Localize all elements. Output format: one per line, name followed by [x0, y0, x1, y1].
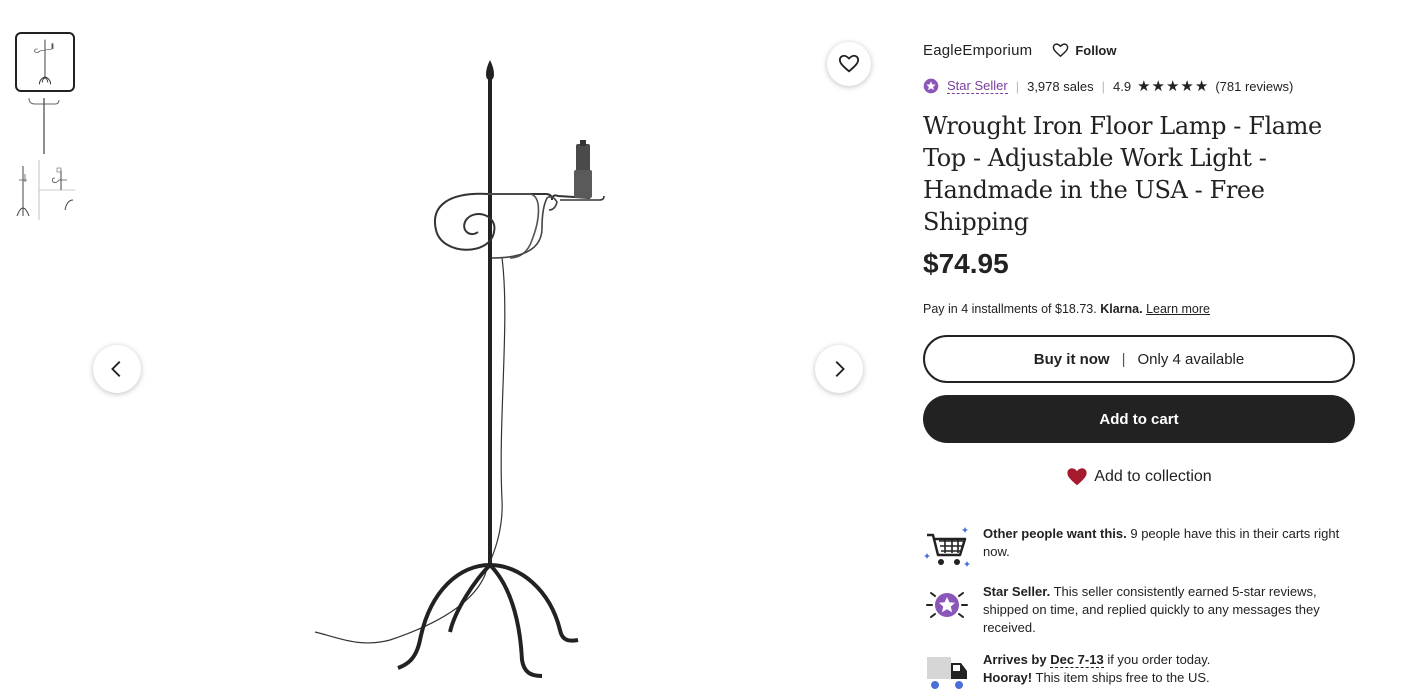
arrives-prefix: Arrives by — [983, 652, 1047, 667]
star-icon: ★ — [1194, 77, 1209, 95]
wrought-iron-floor-lamp-image — [314, 60, 605, 678]
lamp-detail-thumbnail-image — [28, 97, 60, 154]
thumbnail-3[interactable] — [15, 160, 75, 220]
cart-icon — [923, 525, 971, 569]
chevron-right-icon — [835, 361, 845, 377]
lamp-dimensions-thumbnail-image — [16, 160, 75, 220]
shop-row: EagleEmporium Follow — [923, 38, 1355, 62]
free-shipping-text: This item ships free to the US. — [1032, 670, 1210, 685]
star-seller-icon — [923, 583, 971, 627]
chevron-left-icon — [111, 361, 121, 377]
carts-highlight: Other people want this. 9 people have th… — [923, 525, 1355, 569]
heart-outline-icon — [838, 54, 860, 73]
listing-info-panel: EagleEmporium Follow Star Seller | 3,978… — [923, 38, 1355, 695]
shop-name-link[interactable]: EagleEmporium — [923, 42, 1032, 59]
arrival-date-link[interactable]: Dec 7-13 — [1050, 652, 1104, 668]
review-count-link[interactable]: (781 reviews) — [1215, 79, 1293, 94]
carts-highlight-title: Other people want this. — [983, 526, 1127, 541]
favorite-button[interactable] — [827, 42, 871, 86]
button-separator: | — [1121, 350, 1126, 368]
arrives-suffix: if you order today. — [1103, 652, 1211, 667]
heart-outline-icon — [1053, 42, 1069, 57]
learn-more-link[interactable]: Learn more — [1146, 302, 1210, 316]
sales-count: 3,978 sales — [1027, 78, 1094, 94]
rating-stars[interactable]: ★ ★ ★ ★ ★ — [1137, 79, 1209, 94]
hooray-title: Hooray! — [983, 670, 1033, 685]
star-icon: ★ — [1180, 77, 1194, 95]
add-to-collection-button[interactable]: Add to collection — [923, 455, 1355, 499]
buy-it-now-label: Buy it now — [1033, 350, 1110, 368]
previous-image-button[interactable] — [93, 345, 141, 393]
thumbnail-1[interactable] — [15, 32, 75, 92]
shipping-highlight-text: Arrives by Dec 7-13 if you order today. … — [983, 651, 1210, 687]
thumbnail-strip — [15, 32, 75, 224]
klarna-brand: Klarna. — [1100, 302, 1143, 316]
star-seller-badge-icon — [923, 78, 939, 94]
divider: | — [1015, 78, 1020, 94]
star-seller-highlight-title: Star Seller. — [983, 584, 1051, 599]
add-to-collection-label: Add to collection — [1094, 468, 1212, 485]
follow-shop-button[interactable]: Follow — [1052, 42, 1117, 59]
main-image-container — [90, 20, 880, 699]
klarna-text: Pay in 4 installments of $18.73. — [923, 302, 1097, 316]
star-icon: ★ — [1151, 77, 1165, 95]
follow-label: Follow — [1075, 42, 1117, 58]
heart-filled-icon — [1067, 468, 1087, 486]
listing-price: $74.95 — [923, 248, 1009, 279]
listing-title: Wrought Iron Floor Lamp - Flame Top - Ad… — [923, 112, 1322, 236]
next-image-button[interactable] — [815, 345, 863, 393]
thumbnail-2[interactable] — [15, 96, 75, 156]
listing-highlights: Other people want this. 9 people have th… — [923, 525, 1355, 695]
buy-it-now-button[interactable]: Buy it now | Only 4 available — [923, 335, 1355, 383]
divider: | — [1101, 78, 1105, 94]
star-seller-link[interactable]: Star Seller — [947, 78, 1008, 94]
rating-value: 4.9 — [1112, 78, 1132, 94]
star-icon: ★ — [1165, 77, 1180, 95]
shipping-highlight: Arrives by Dec 7-13 if you order today. … — [923, 651, 1355, 695]
star-seller-highlight-text: Star Seller. This seller consistently ea… — [983, 583, 1355, 637]
availability-label: Only 4 available — [1137, 350, 1245, 368]
star-icon: ★ — [1137, 77, 1151, 95]
add-to-cart-button[interactable]: Add to cart — [923, 395, 1355, 443]
lamp-thumbnail-image — [34, 39, 54, 85]
star-seller-highlight: Star Seller. This seller consistently ea… — [923, 583, 1355, 637]
carts-highlight-text: Other people want this. 9 people have th… — [983, 525, 1355, 561]
delivery-truck-icon — [923, 651, 971, 695]
shop-meta-row: Star Seller | 3,978 sales | 4.9 ★ ★ ★ ★ … — [923, 76, 1355, 96]
klarna-installments: Pay in 4 installments of $18.73. Klarna.… — [923, 302, 1355, 316]
